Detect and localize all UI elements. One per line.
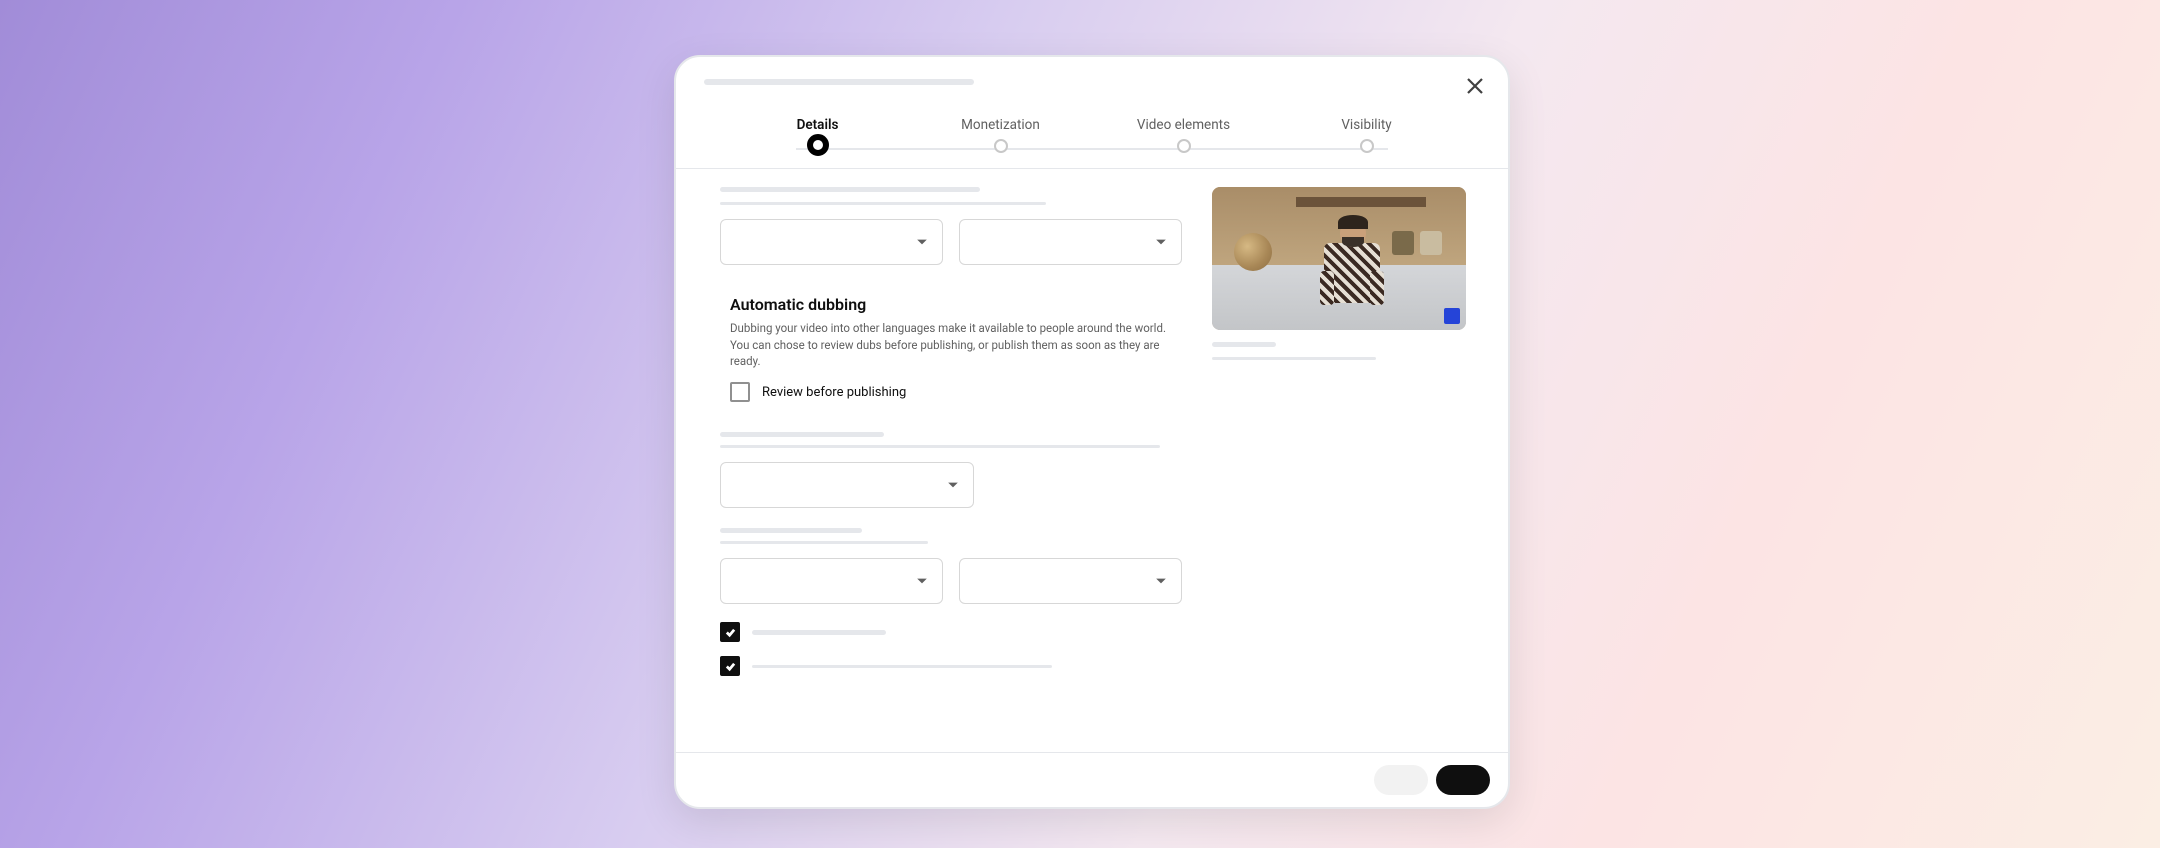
step-label: Video elements bbox=[1137, 117, 1230, 133]
dubbing-title: Automatic dubbing bbox=[730, 295, 1172, 314]
field-sub-placeholder bbox=[720, 541, 928, 544]
checkbox-label-placeholder bbox=[752, 665, 1052, 668]
field-sub-placeholder bbox=[720, 445, 1160, 448]
close-button[interactable] bbox=[1460, 71, 1490, 101]
select-field-5[interactable] bbox=[959, 558, 1182, 604]
chevron-down-icon bbox=[1155, 575, 1167, 587]
field-label-placeholder bbox=[720, 187, 980, 192]
back-button[interactable] bbox=[1374, 765, 1428, 795]
chevron-down-icon bbox=[1155, 236, 1167, 248]
stepper: Details Monetization Video elements Visi… bbox=[676, 109, 1508, 169]
field-sub-placeholder bbox=[720, 202, 1046, 205]
thumbnail-badge bbox=[1444, 308, 1460, 324]
automatic-dubbing-card: Automatic dubbing Dubbing your video int… bbox=[708, 279, 1194, 418]
step-monetization[interactable]: Monetization bbox=[909, 117, 1092, 168]
checkbox-label-placeholder bbox=[752, 630, 886, 635]
step-dot bbox=[807, 134, 829, 156]
step-label: Visibility bbox=[1341, 117, 1391, 133]
review-before-publishing-row: Review before publishing bbox=[730, 382, 1172, 402]
step-visibility[interactable]: Visibility bbox=[1275, 117, 1458, 168]
chevron-down-icon bbox=[916, 575, 928, 587]
field-label-placeholder bbox=[720, 432, 884, 437]
step-details[interactable]: Details bbox=[726, 117, 909, 168]
step-dot bbox=[994, 139, 1008, 153]
modal-header bbox=[676, 57, 1508, 109]
step-dot bbox=[1360, 139, 1374, 153]
review-before-publishing-checkbox[interactable] bbox=[730, 382, 750, 402]
modal-body: Automatic dubbing Dubbing your video int… bbox=[676, 169, 1508, 752]
dubbing-description: Dubbing your video into other languages … bbox=[730, 320, 1172, 370]
main-column: Automatic dubbing Dubbing your video int… bbox=[676, 169, 1212, 752]
checkbox-option-1[interactable] bbox=[720, 622, 740, 642]
upload-modal: Details Monetization Video elements Visi… bbox=[674, 55, 1510, 809]
close-icon bbox=[1463, 74, 1487, 98]
video-thumbnail[interactable] bbox=[1212, 187, 1466, 330]
select-field-2[interactable] bbox=[959, 219, 1182, 265]
field-label-placeholder bbox=[720, 528, 862, 533]
checkbox-option-2[interactable] bbox=[720, 656, 740, 676]
chevron-down-icon bbox=[947, 479, 959, 491]
side-column bbox=[1212, 169, 1508, 752]
thumbnail-image bbox=[1212, 187, 1466, 330]
next-button[interactable] bbox=[1436, 765, 1490, 795]
meta-placeholder bbox=[1212, 357, 1376, 360]
meta-placeholder bbox=[1212, 342, 1276, 347]
chevron-down-icon bbox=[916, 236, 928, 248]
select-field-4[interactable] bbox=[720, 558, 943, 604]
step-label: Details bbox=[797, 117, 839, 133]
step-dot bbox=[1177, 139, 1191, 153]
step-label: Monetization bbox=[961, 117, 1040, 133]
checkbox-row-2 bbox=[720, 656, 1182, 676]
modal-footer bbox=[676, 752, 1508, 807]
step-video-elements[interactable]: Video elements bbox=[1092, 117, 1275, 168]
title-placeholder bbox=[704, 79, 974, 85]
select-field-3[interactable] bbox=[720, 462, 974, 508]
review-before-publishing-label: Review before publishing bbox=[762, 385, 906, 400]
select-field-1[interactable] bbox=[720, 219, 943, 265]
checkbox-row-1 bbox=[720, 622, 1182, 642]
